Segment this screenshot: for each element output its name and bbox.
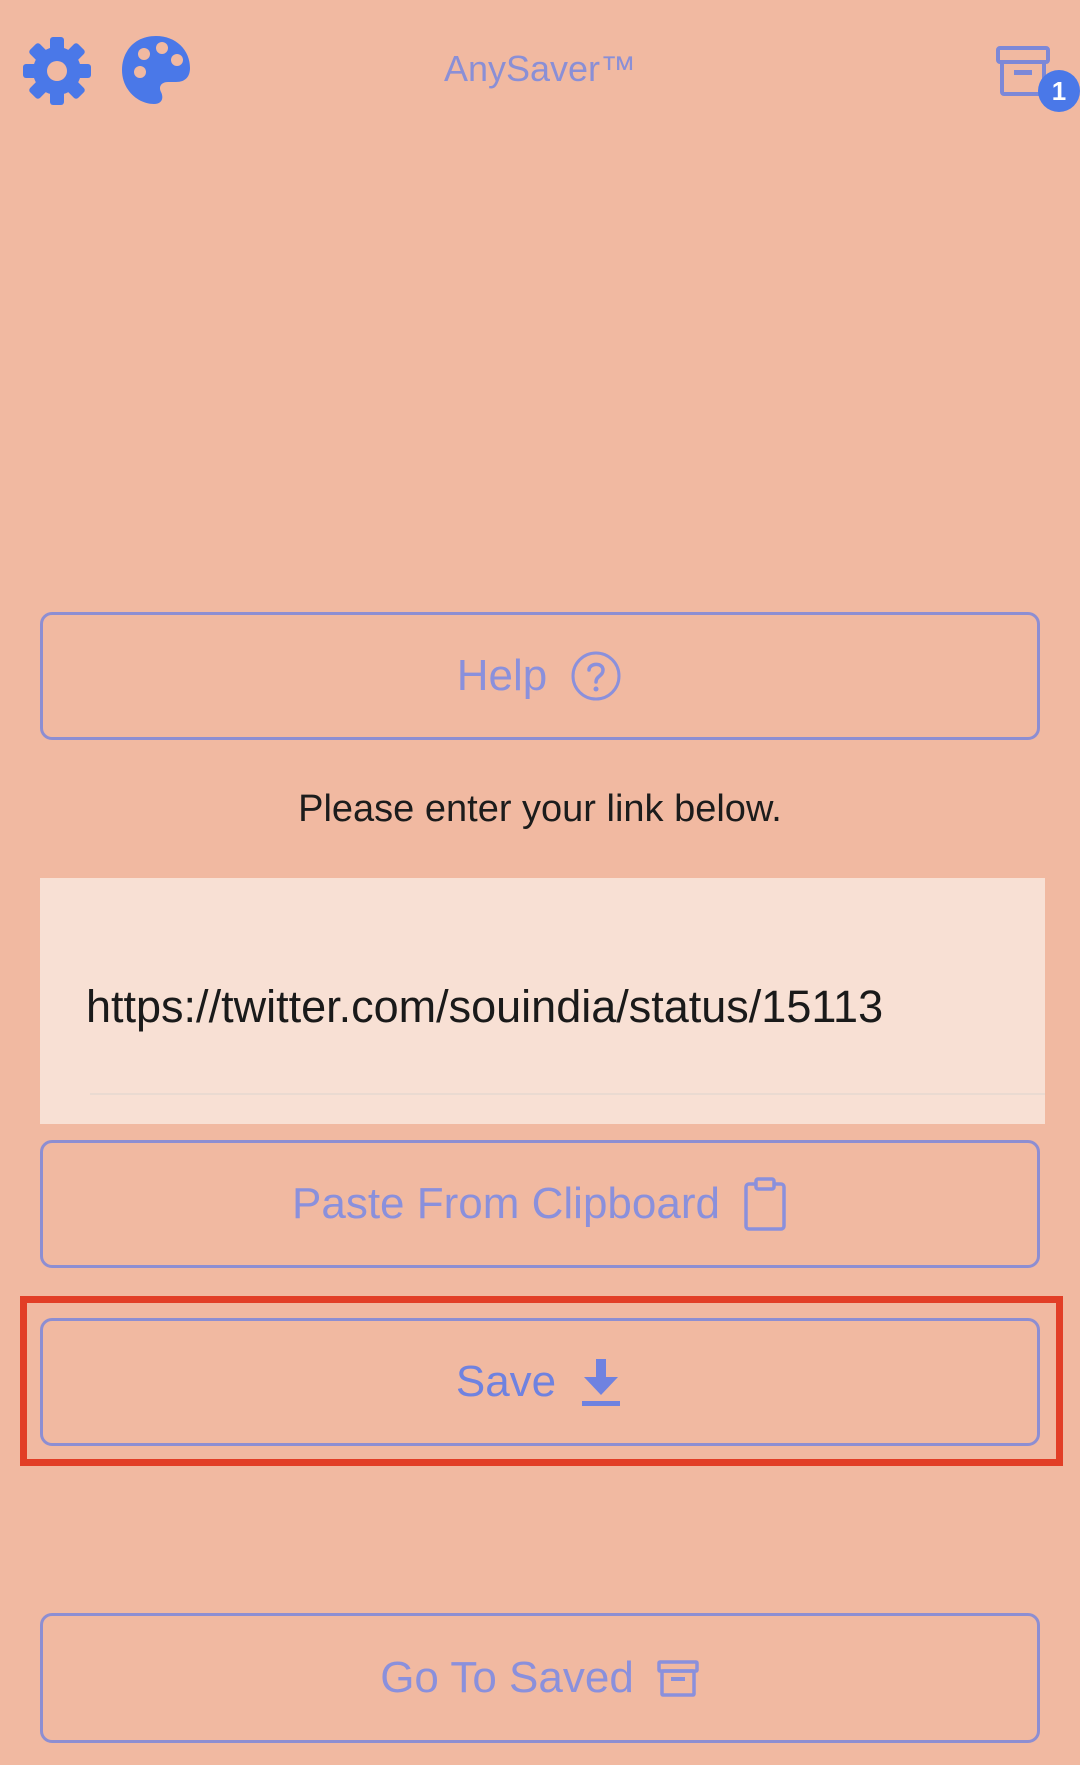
go-to-saved-label: Go To Saved [380,1653,634,1702]
link-input[interactable] [86,972,1038,1042]
question-circle-icon [569,649,623,703]
help-button[interactable]: Help [40,612,1040,740]
paste-from-clipboard-button[interactable]: Paste From Clipboard [40,1140,1040,1268]
app-title: AnySaver™ [443,48,637,89]
save-button[interactable]: Save [40,1318,1040,1446]
saved-count-badge: 1 [1038,70,1080,112]
download-icon [578,1355,624,1409]
top-bar: AnySaver™ 1 [0,0,1080,150]
save-label: Save [455,1357,557,1406]
archive-icon [656,1656,700,1700]
input-underline [90,1093,1045,1095]
go-to-saved-button[interactable]: Go To Saved [40,1613,1040,1743]
link-input-container [40,878,1045,1124]
help-label: Help [456,651,548,700]
clipboard-icon [742,1176,788,1232]
paste-label: Paste From Clipboard [292,1179,720,1228]
instruction-text: Please enter your link below. [298,788,782,830]
